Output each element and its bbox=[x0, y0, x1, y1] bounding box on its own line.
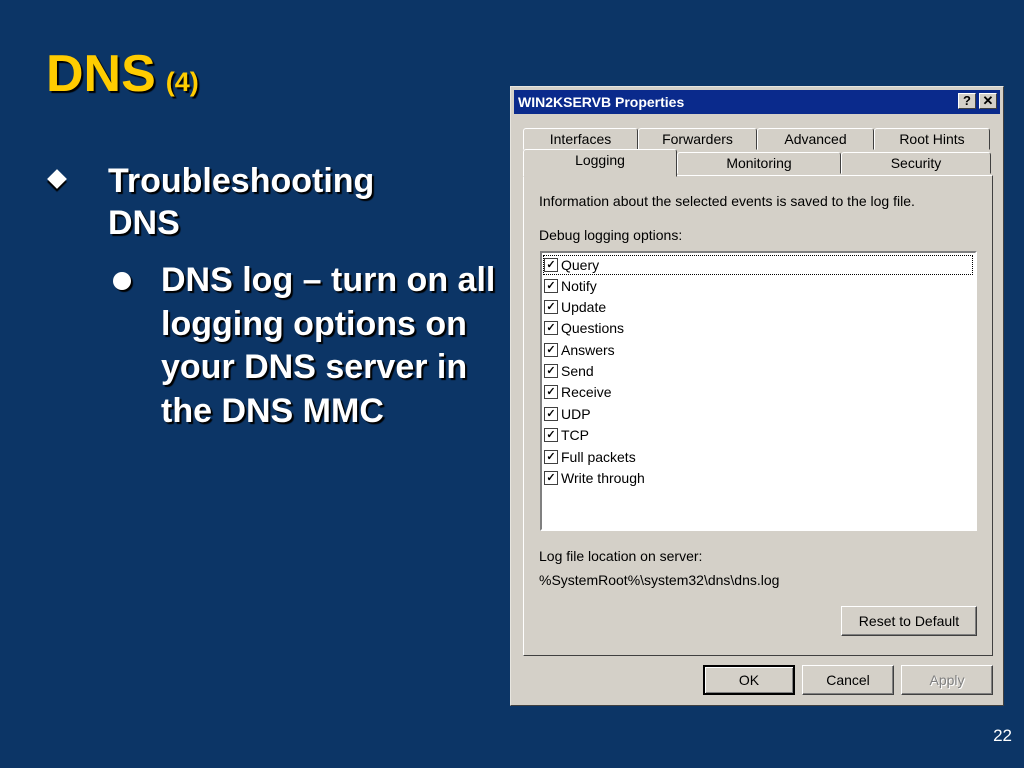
reset-to-default-button[interactable]: Reset to Default bbox=[841, 606, 977, 636]
checkbox-checked-icon[interactable]: ✓ bbox=[544, 364, 558, 378]
log-location-label: Log file location on server: bbox=[539, 548, 703, 564]
debug-logging-label: Debug logging options: bbox=[539, 227, 683, 243]
option-label: Receive bbox=[561, 384, 612, 400]
tab-security[interactable]: Security bbox=[841, 152, 991, 174]
slide-title-main: DNS bbox=[46, 45, 156, 103]
ok-button[interactable]: OK bbox=[703, 665, 795, 695]
option-label: UDP bbox=[561, 406, 591, 422]
checkbox-checked-icon[interactable]: ✓ bbox=[544, 321, 558, 335]
checkbox-checked-icon[interactable]: ✓ bbox=[544, 258, 558, 272]
apply-button[interactable]: Apply bbox=[901, 665, 993, 695]
tab-advanced[interactable]: Advanced bbox=[757, 128, 874, 150]
diamond-bullet-icon bbox=[47, 169, 67, 189]
page-number: 22 bbox=[993, 726, 1012, 745]
option-label: Full packets bbox=[561, 449, 636, 465]
option-label: Questions bbox=[561, 320, 625, 336]
close-button[interactable]: ✕ bbox=[979, 93, 997, 109]
option-send[interactable]: ✓ Send bbox=[544, 362, 594, 380]
option-label: Query bbox=[561, 257, 600, 273]
option-label: Notify bbox=[561, 278, 597, 294]
option-receive[interactable]: ✓ Receive bbox=[544, 383, 612, 401]
help-button[interactable]: ? bbox=[958, 93, 976, 109]
dialog-title: WIN2KSERVB Properties bbox=[518, 94, 685, 110]
bullet-text-troubleshooting: Troubleshooting DNS bbox=[108, 162, 375, 242]
checkbox-checked-icon[interactable]: ✓ bbox=[544, 407, 558, 421]
option-tcp[interactable]: ✓ TCP bbox=[544, 426, 589, 444]
tab-forwarders[interactable]: Forwarders bbox=[638, 128, 757, 150]
option-notify[interactable]: ✓ Notify bbox=[544, 277, 597, 295]
checkbox-checked-icon[interactable]: ✓ bbox=[544, 279, 558, 293]
checkbox-checked-icon[interactable]: ✓ bbox=[544, 428, 558, 442]
slide-title: DNS (4) bbox=[46, 44, 199, 104]
option-update[interactable]: ✓ Update bbox=[544, 298, 606, 316]
option-label: Answers bbox=[561, 342, 615, 358]
tab-logging[interactable]: Logging bbox=[523, 149, 677, 177]
checkbox-checked-icon[interactable]: ✓ bbox=[544, 300, 558, 314]
option-label: Update bbox=[561, 299, 607, 315]
info-text: Information about the selected events is… bbox=[539, 193, 915, 209]
log-location-value: %SystemRoot%\system32\dns\dns.log bbox=[539, 572, 780, 588]
tab-interfaces[interactable]: Interfaces bbox=[523, 128, 638, 150]
slide-title-suffix: (4) bbox=[165, 67, 199, 97]
option-udp[interactable]: ✓ UDP bbox=[544, 405, 591, 423]
option-write-through[interactable]: ✓ Write through bbox=[544, 469, 645, 487]
option-label: Write through bbox=[561, 470, 645, 486]
option-answers[interactable]: ✓ Answers bbox=[544, 341, 615, 359]
option-query[interactable]: ✓ Query bbox=[543, 255, 973, 275]
option-questions[interactable]: ✓ Questions bbox=[544, 319, 624, 337]
checkbox-checked-icon[interactable]: ✓ bbox=[544, 471, 558, 485]
properties-dialog: WIN2KSERVB Properties ? ✕ Interfaces For… bbox=[510, 86, 1004, 706]
cancel-button[interactable]: Cancel bbox=[802, 665, 894, 695]
option-label: TCP bbox=[561, 427, 589, 443]
option-full-packets[interactable]: ✓ Full packets bbox=[544, 448, 636, 466]
option-label: Send bbox=[561, 363, 594, 379]
debug-options-list: ✓ Query ✓ Notify ✓ Update ✓ Questions ✓ Answe… bbox=[540, 251, 977, 531]
checkbox-checked-icon[interactable]: ✓ bbox=[544, 385, 558, 399]
tab-monitoring[interactable]: Monitoring bbox=[677, 152, 841, 174]
round-bullet-icon bbox=[113, 272, 131, 290]
tab-root-hints[interactable]: Root Hints bbox=[874, 128, 990, 150]
dialog-titlebar[interactable]: WIN2KSERVB Properties ? ✕ bbox=[514, 90, 1000, 114]
checkbox-checked-icon[interactable]: ✓ bbox=[544, 450, 558, 464]
bullet-text-dns-log: DNS log – turn on all logging options on… bbox=[161, 261, 496, 430]
checkbox-checked-icon[interactable]: ✓ bbox=[544, 343, 558, 357]
